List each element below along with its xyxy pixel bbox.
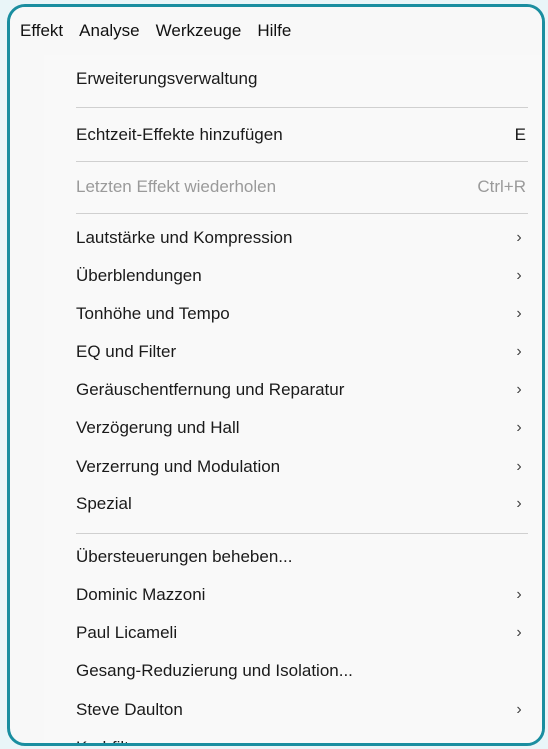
menu-item-label: Geräuschentfernung und Reparatur [76, 380, 345, 399]
menu-separator [76, 161, 528, 162]
chevron-right-icon: › [516, 267, 522, 284]
menu-separator [76, 107, 528, 108]
shortcut-hint: Ctrl+R [477, 177, 526, 196]
menu-item-paul-licameli[interactable]: Paul Licameli › [44, 615, 542, 651]
chevron-right-icon: › [516, 343, 522, 360]
menu-item-lautstaerke-und-kompression[interactable]: Lautstärke und Kompression › [44, 220, 542, 256]
menu-item-label: Lautstärke und Kompression [76, 228, 293, 247]
menu-item-kerbfilter[interactable]: Kerbfilter... [44, 730, 542, 743]
menu-werkzeuge[interactable]: Werkzeuge [148, 7, 250, 55]
chevron-right-icon: › [516, 586, 522, 603]
menu-item-label: Dominic Mazzoni [76, 585, 206, 604]
menu-item-echtzeit-effekte-hinzufuegen[interactable]: Echtzeit-Effekte hinzufügen E [44, 117, 542, 153]
menu-item-label: Übersteuerungen beheben... [76, 547, 293, 566]
menu-item-label: Überblendungen [76, 266, 202, 285]
menu-item-label: Erweiterungsverwaltung [76, 69, 258, 88]
menu-item-label: Echtzeit-Effekte hinzufügen [76, 125, 283, 144]
shortcut-hint: E [514, 125, 526, 144]
menu-item-erweiterungsverwaltung[interactable]: Erweiterungsverwaltung [44, 61, 542, 97]
menu-item-label: Steve Daulton [76, 700, 183, 719]
menu-item-label: Verzerrung und Modulation [76, 457, 281, 476]
menu-item-label: Tonhöhe und Tempo [76, 304, 230, 323]
menu-item-label: Spezial [76, 494, 132, 513]
menu-item-label: Letzten Effekt wiederholen [76, 177, 277, 196]
menu-item-eq-und-filter[interactable]: EQ und Filter › [44, 334, 542, 370]
menu-item-dominic-mazzoni[interactable]: Dominic Mazzoni › [44, 577, 542, 613]
chevron-right-icon: › [516, 381, 522, 398]
menu-item-geraeuschentfernung-und-reparatur[interactable]: Geräuschentfernung und Reparatur › [44, 372, 542, 408]
menu-separator [76, 213, 528, 214]
chevron-right-icon: › [516, 419, 522, 436]
menu-separator [76, 533, 528, 534]
chevron-right-icon: › [516, 305, 522, 322]
menu-item-label: Paul Licameli [76, 623, 178, 642]
menu-item-label: Verzögerung und Hall [76, 418, 240, 437]
menu-hilfe[interactable]: Hilfe [249, 7, 299, 55]
menu-item-verzoegerung-und-hall[interactable]: Verzögerung und Hall › [44, 410, 542, 446]
application-window: Effekt Analyse Werkzeuge Hilfe Erweiteru… [7, 4, 545, 746]
chevron-right-icon: › [516, 229, 522, 246]
menu-item-verzerrung-und-modulation[interactable]: Verzerrung und Modulation › [44, 449, 542, 485]
menu-item-label: Gesang-Reduzierung und Isolation... [76, 661, 353, 680]
menu-item-uebersteuerungen-beheben[interactable]: Übersteuerungen beheben... [44, 539, 542, 575]
chevron-right-icon: › [516, 458, 522, 475]
menu-bar: Effekt Analyse Werkzeuge Hilfe [10, 7, 542, 55]
menu-item-label: Kerbfilter... [76, 738, 526, 743]
menu-item-gesang-reduzierung-und-isolation[interactable]: Gesang-Reduzierung und Isolation... [44, 653, 542, 689]
menu-item-steve-daulton[interactable]: Steve Daulton › [44, 692, 542, 728]
chevron-right-icon: › [516, 701, 522, 718]
menu-item-label: EQ und Filter [76, 342, 177, 361]
effekt-dropdown-menu: Erweiterungsverwaltung Echtzeit-Effekte h… [44, 55, 542, 743]
menu-item-letzten-effekt-wiederholen: Letzten Effekt wiederholen Ctrl+R [44, 169, 542, 205]
menu-analyse[interactable]: Analyse [71, 7, 147, 55]
chevron-right-icon: › [516, 495, 522, 512]
menu-item-tonhoehe-und-tempo[interactable]: Tonhöhe und Tempo › [44, 296, 542, 332]
menu-effekt[interactable]: Effekt [14, 7, 71, 55]
menu-item-ueberblendungen[interactable]: Überblendungen › [44, 258, 542, 294]
menu-item-spezial[interactable]: Spezial › [44, 486, 542, 522]
chevron-right-icon: › [516, 624, 522, 641]
